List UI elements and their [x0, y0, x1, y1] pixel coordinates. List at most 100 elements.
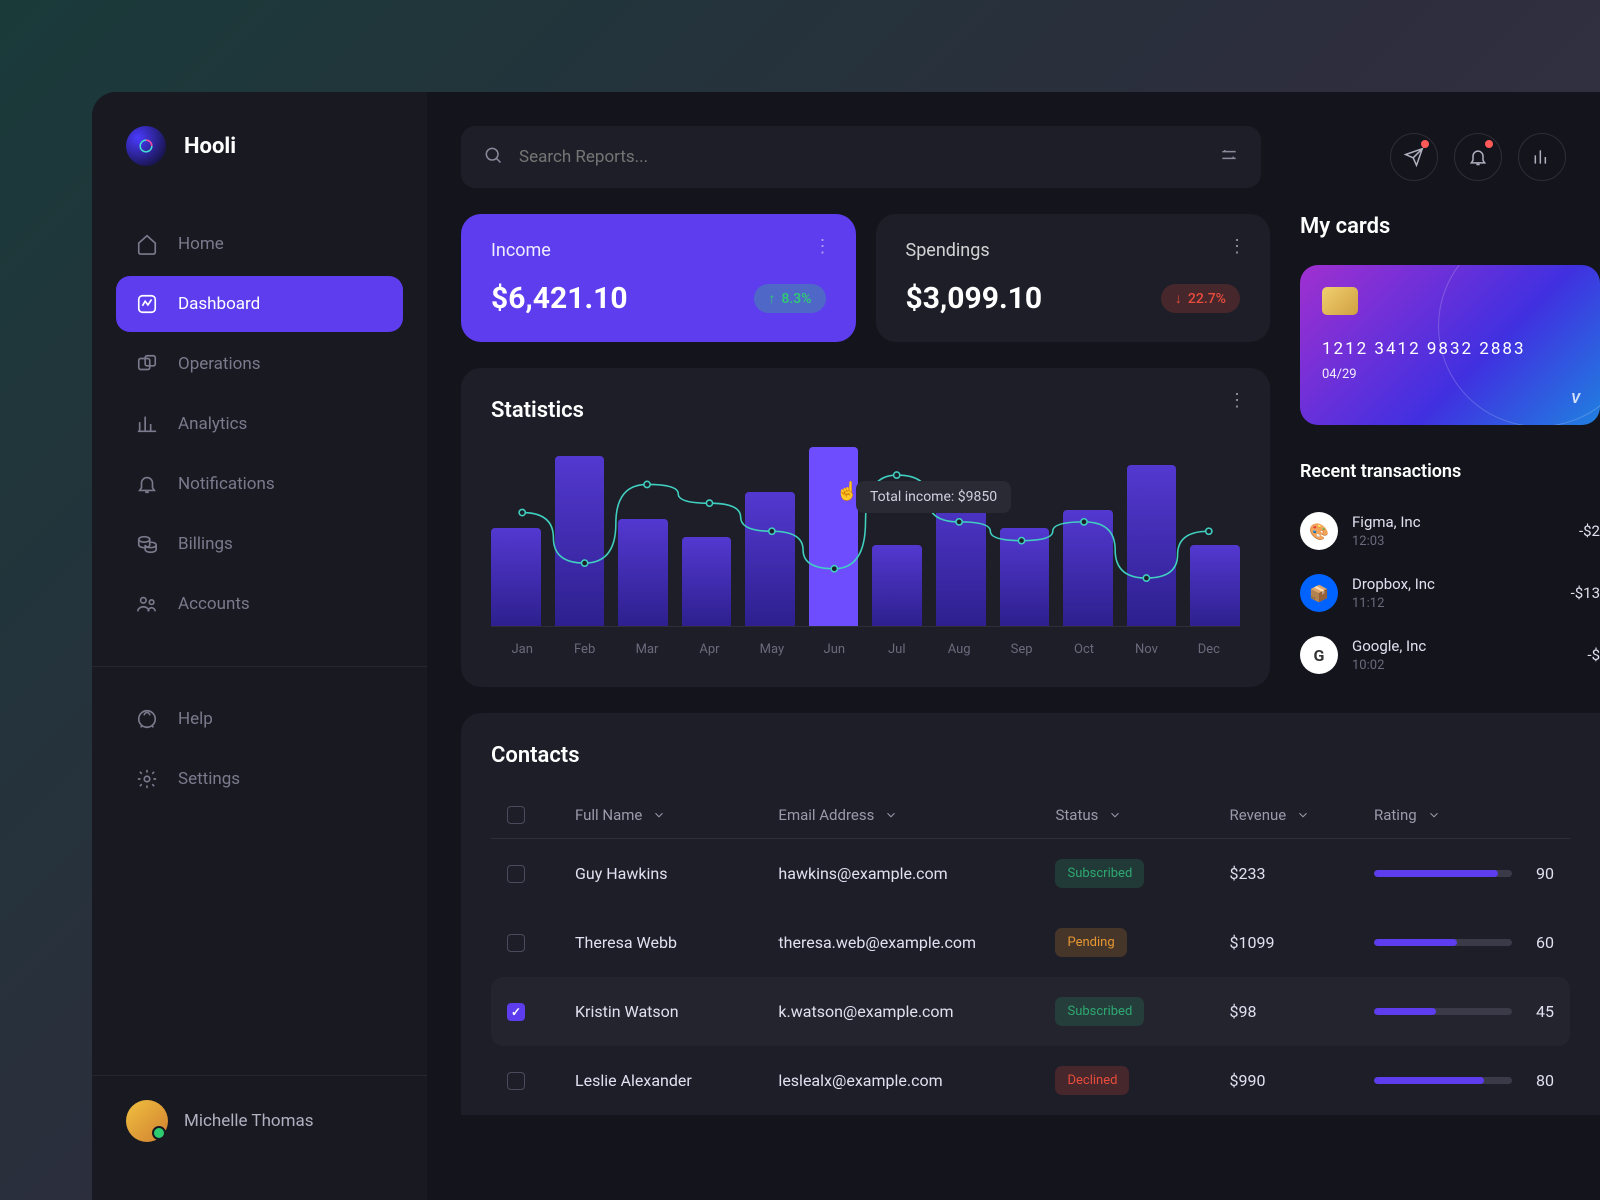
sidebar: Hooli Home Dashboard Operations Analytic…	[92, 92, 427, 1200]
table-row[interactable]: Theresa Webb theresa.web@example.com Pen…	[491, 908, 1570, 977]
sidebar-item-accounts[interactable]: Accounts	[116, 576, 403, 632]
sidebar-item-home[interactable]: Home	[116, 216, 403, 272]
cell-email: theresa.web@example.com	[778, 933, 1043, 952]
tx-time: 12:03	[1352, 534, 1565, 549]
chart-bar[interactable]	[555, 456, 605, 626]
income-value: $6,421.10	[491, 281, 628, 316]
table-row[interactable]: Kristin Watson k.watson@example.com Subs…	[491, 977, 1570, 1046]
nav-label: Settings	[178, 769, 240, 789]
nav-label: Home	[178, 234, 224, 254]
th-email[interactable]: Email Address	[778, 806, 1043, 824]
th-status[interactable]: Status	[1055, 806, 1217, 824]
home-icon	[136, 233, 158, 255]
content-row: ⋮ Income $6,421.10 ↑ 8.3% ⋮ Spendings $3…	[461, 214, 1600, 687]
card-expiry: 04/29	[1322, 367, 1578, 382]
cell-rating: 60	[1374, 933, 1554, 952]
chart-bar[interactable]	[1063, 510, 1113, 626]
spend-delta: ↓ 22.7%	[1161, 284, 1240, 313]
sidebar-item-operations[interactable]: Operations	[116, 336, 403, 392]
credit-card[interactable]: 1212 3412 9832 2883 04/29 V	[1300, 265, 1600, 425]
sidebar-item-billings[interactable]: Billings	[116, 516, 403, 572]
tx-name: Dropbox, Inc	[1352, 575, 1557, 593]
spend-value: $3,099.10	[906, 281, 1043, 316]
nav-bottom: Help Settings	[92, 691, 427, 807]
top-actions	[1390, 133, 1566, 181]
chart-label: Jul	[866, 642, 928, 657]
nav-label: Dashboard	[178, 294, 260, 314]
notifications-button[interactable]	[1454, 133, 1502, 181]
main: ⋮ Income $6,421.10 ↑ 8.3% ⋮ Spendings $3…	[427, 92, 1600, 1200]
logo: Hooli	[92, 126, 427, 206]
more-icon[interactable]: ⋮	[1228, 236, 1246, 257]
chart-label: Oct	[1053, 642, 1115, 657]
chart-label: Apr	[678, 642, 740, 657]
tx-brand-icon: 🎨	[1300, 512, 1338, 550]
spendings-card[interactable]: ⋮ Spendings $3,099.10 ↓ 22.7%	[876, 214, 1271, 342]
sidebar-item-analytics[interactable]: Analytics	[116, 396, 403, 452]
sidebar-item-notifications[interactable]: Notifications	[116, 456, 403, 512]
cell-revenue: $98	[1229, 1002, 1362, 1021]
chart-label: Mar	[616, 642, 678, 657]
sidebar-item-dashboard[interactable]: Dashboard	[116, 276, 403, 332]
tx-amount: -$13	[1571, 584, 1600, 602]
table-header: Full Name Email Address Status Revenue R…	[491, 792, 1570, 839]
tx-time: 10:02	[1352, 658, 1573, 673]
statistics-chart[interactable]: JanFebMarAprMayJunJulAugSepOctNovDec ☝ T…	[491, 447, 1240, 657]
tx-time: 11:12	[1352, 596, 1557, 611]
nav-label: Accounts	[178, 594, 250, 614]
cell-rating: 80	[1374, 1071, 1554, 1090]
checkbox[interactable]	[507, 1072, 525, 1090]
avatar	[126, 1100, 168, 1142]
search-bar[interactable]	[461, 126, 1261, 188]
cards-title: My cards	[1300, 214, 1600, 239]
stats-button[interactable]	[1518, 133, 1566, 181]
panel-title: Statistics	[491, 398, 1240, 423]
chart-bar[interactable]	[618, 519, 668, 626]
nav-label: Analytics	[178, 414, 247, 434]
transaction-row[interactable]: 📦 Dropbox, Inc 11:12 -$13	[1300, 562, 1600, 624]
bell-icon	[136, 473, 158, 495]
rt-title: Recent transactions	[1300, 461, 1600, 482]
user-profile[interactable]: Michelle Thomas	[92, 1075, 427, 1166]
chart-bar[interactable]	[809, 447, 859, 626]
chart-label: Nov	[1115, 642, 1177, 657]
chart-tooltip: Total income: $9850	[856, 481, 1011, 513]
tx-brand-icon: 📦	[1300, 574, 1338, 612]
topbar	[461, 126, 1600, 188]
checkbox-all[interactable]	[507, 806, 525, 824]
transaction-row[interactable]: G Google, Inc10:02 -$	[1300, 624, 1600, 686]
chevron-down-icon	[652, 808, 666, 822]
checkbox[interactable]	[507, 934, 525, 952]
table-row[interactable]: Guy Hawkins hawkins@example.com Subscrib…	[491, 839, 1570, 908]
chart-bar[interactable]	[872, 545, 922, 626]
checkbox[interactable]	[507, 1003, 525, 1021]
chart-bar[interactable]	[682, 537, 732, 627]
th-rating[interactable]: Rating	[1374, 806, 1554, 824]
cell-name: Leslie Alexander	[575, 1071, 766, 1090]
send-button[interactable]	[1390, 133, 1438, 181]
transaction-row[interactable]: 🎨 Figma, Inc 12:03 -$2	[1300, 500, 1600, 562]
th-name[interactable]: Full Name	[575, 806, 766, 824]
chart-bar[interactable]	[1190, 545, 1240, 626]
chart-bar[interactable]	[491, 528, 541, 626]
sidebar-item-help[interactable]: Help	[116, 691, 403, 747]
filter-icon[interactable]	[1219, 145, 1239, 169]
chevron-down-icon	[1427, 808, 1441, 822]
th-revenue[interactable]: Revenue	[1229, 806, 1362, 824]
more-icon[interactable]: ⋮	[814, 236, 832, 257]
table-row[interactable]: Leslie Alexander leslealx@example.com De…	[491, 1046, 1570, 1115]
checkbox[interactable]	[507, 865, 525, 883]
tx-name: Figma, Inc	[1352, 513, 1565, 531]
income-card[interactable]: ⋮ Income $6,421.10 ↑ 8.3%	[461, 214, 856, 342]
tx-name: Google, Inc	[1352, 637, 1573, 655]
search-input[interactable]	[519, 147, 1239, 167]
sidebar-item-settings[interactable]: Settings	[116, 751, 403, 807]
chart-bar[interactable]	[1127, 465, 1177, 626]
chart-bar[interactable]	[745, 492, 795, 626]
chart-bar[interactable]	[1000, 528, 1050, 626]
cell-rating: 90	[1374, 864, 1554, 883]
more-icon[interactable]: ⋮	[1228, 390, 1246, 411]
tx-amount: -$2	[1579, 522, 1600, 540]
contacts-panel: Contacts Full Name Email Address Status …	[461, 713, 1600, 1115]
chip-icon	[1322, 287, 1358, 315]
